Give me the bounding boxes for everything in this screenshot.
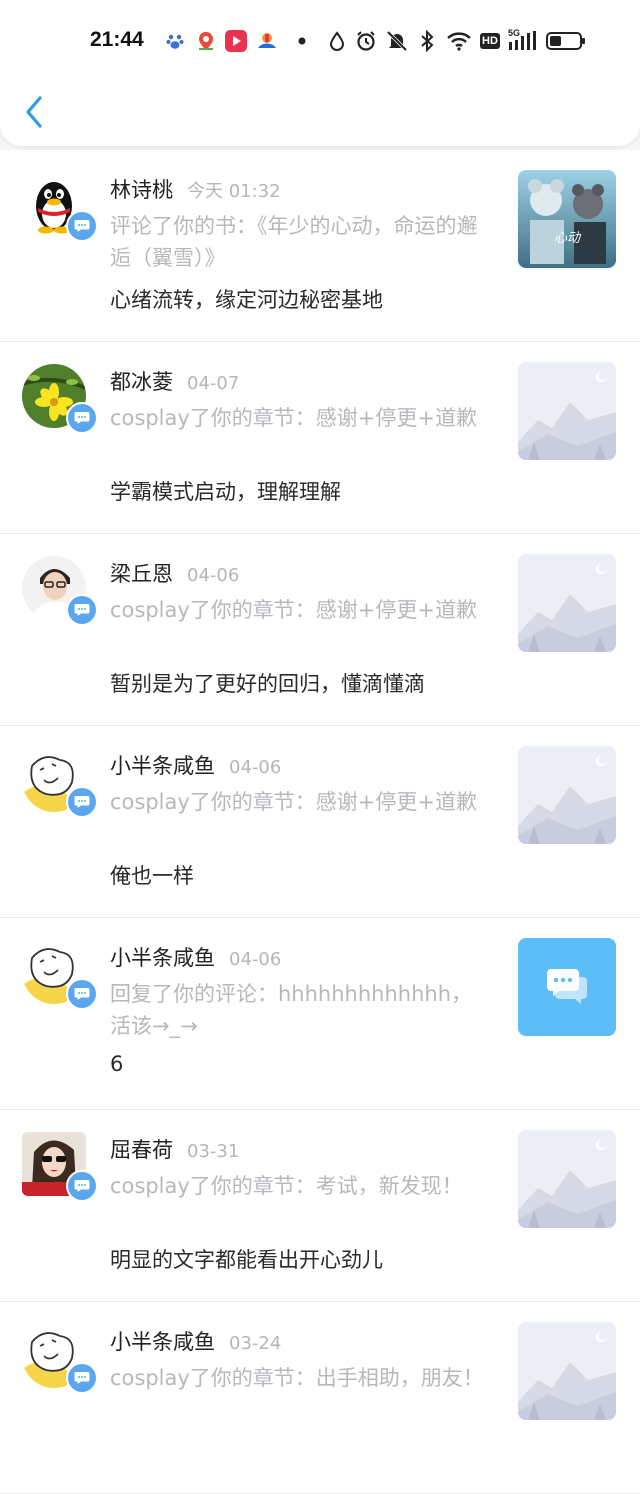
timestamp: 04-06 [187, 565, 240, 586]
signal-5g-icon: 5G [507, 28, 539, 52]
map-pin-icon [195, 30, 217, 52]
comment-text[interactable]: 6 [110, 1052, 490, 1076]
name-row: 梁丘恩 04-06 [110, 558, 239, 588]
notification-item[interactable]: 都冰菱 04-07 cosplay了你的章节：感谢+停更+道歉 学霸模式启动，理解… [0, 342, 640, 534]
comment-badge-icon [66, 210, 98, 242]
timestamp: 04-06 [229, 757, 282, 778]
notification-item[interactable]: 屈春荷 03-31 cosplay了你的章节：考试，新发现！ 明显的文字都能看出开… [0, 1110, 640, 1302]
notification-item[interactable]: 小半条咸鱼 03-24 cosplay了你的章节：出手相助，朋友！ [0, 1302, 640, 1494]
back-button[interactable] [16, 92, 52, 132]
book-cover-thumbnail[interactable]: 心动 [518, 170, 616, 268]
chevron-left-icon [26, 96, 42, 128]
timestamp: 03-24 [229, 1333, 282, 1354]
timestamp: 04-07 [187, 373, 240, 394]
comment-text[interactable]: 俺也一样 [110, 860, 490, 890]
dot-icon [296, 30, 308, 52]
top-nav-bar [0, 80, 640, 147]
comment-text[interactable]: 暂别是为了更好的回归，懂滴懂滴 [110, 668, 490, 698]
status-time: 21:44 [90, 28, 144, 51]
avatar[interactable] [22, 172, 98, 242]
action-text[interactable]: 评论了你的书：《年少的心动，命运的邂逅（翼雪）》 [110, 210, 490, 274]
avatar[interactable] [22, 1324, 98, 1394]
user-name[interactable]: 小半条咸鱼 [110, 1330, 215, 1354]
placeholder-image-thumbnail[interactable] [518, 362, 616, 460]
svg-text:心动: 心动 [554, 231, 582, 246]
news-app-icon [255, 30, 279, 52]
comment-badge-icon [66, 402, 98, 434]
user-name[interactable]: 屈春荷 [110, 1138, 173, 1162]
reply-thumbnail[interactable] [518, 938, 616, 1036]
placeholder-image-thumbnail[interactable] [518, 1130, 616, 1228]
status-bar: 21:44 HD 5G [0, 0, 640, 80]
comment-badge-icon [66, 1362, 98, 1394]
user-name[interactable]: 小半条咸鱼 [110, 754, 215, 778]
user-name[interactable]: 小半条咸鱼 [110, 946, 215, 970]
placeholder-image-thumbnail[interactable] [518, 1322, 616, 1420]
action-text[interactable]: 回复了你的评论：hhhhhhhhhhhhh，活该→_→ [110, 978, 490, 1042]
comment-text[interactable]: 心绪流转，缘定河边秘密基地 [110, 284, 490, 314]
action-text[interactable]: cosplay了你的章节：感谢+停更+道歉 [110, 786, 490, 818]
timestamp: 03-31 [187, 1141, 240, 1162]
user-name[interactable]: 都冰菱 [110, 370, 173, 394]
name-row: 屈春荷 03-31 [110, 1134, 239, 1164]
bluetooth-icon [418, 30, 436, 52]
action-text[interactable]: cosplay了你的章节：感谢+停更+道歉 [110, 594, 490, 626]
action-text[interactable]: cosplay了你的章节：出手相助，朋友！ [110, 1362, 490, 1394]
video-play-icon [224, 30, 248, 52]
comment-badge-icon [66, 1170, 98, 1202]
notification-item[interactable]: 林诗桃 今天 01:32 评论了你的书：《年少的心动，命运的邂逅（翼雪）》 心绪流… [0, 150, 640, 342]
wifi-icon [445, 30, 473, 52]
avatar[interactable] [22, 748, 98, 818]
timestamp: 今天 01:32 [187, 181, 281, 202]
user-name[interactable]: 林诗桃 [110, 178, 173, 202]
user-name[interactable]: 梁丘恩 [110, 562, 173, 586]
name-row: 小半条咸鱼 04-06 [110, 942, 281, 972]
name-row: 小半条咸鱼 04-06 [110, 750, 281, 780]
comment-text[interactable]: 学霸模式启动，理解理解 [110, 476, 490, 506]
comment-badge-icon [66, 786, 98, 818]
avatar[interactable] [22, 556, 98, 626]
comment-badge-icon [66, 594, 98, 626]
placeholder-image-thumbnail[interactable] [518, 554, 616, 652]
battery-icon [545, 30, 587, 52]
name-row: 林诗桃 今天 01:32 [110, 174, 281, 204]
baidu-paw-icon [164, 30, 186, 52]
avatar[interactable] [22, 1132, 98, 1202]
notification-item[interactable]: 梁丘恩 04-06 cosplay了你的章节：感谢+停更+道歉 暂别是为了更好的回… [0, 534, 640, 726]
data-saver-icon [328, 30, 346, 52]
notification-item[interactable]: 小半条咸鱼 04-06 回复了你的评论：hhhhhhhhhhhhh，活该→_→ 6 [0, 918, 640, 1110]
name-row: 都冰菱 04-07 [110, 366, 239, 396]
alarm-icon [355, 30, 377, 52]
avatar[interactable] [22, 940, 98, 1010]
comment-badge-icon [66, 978, 98, 1010]
timestamp: 04-06 [229, 949, 282, 970]
action-text[interactable]: cosplay了你的章节：感谢+停更+道歉 [110, 402, 490, 434]
comment-text[interactable]: 明显的文字都能看出开心劲儿 [110, 1244, 490, 1274]
name-row: 小半条咸鱼 03-24 [110, 1326, 281, 1356]
bell-muted-icon [385, 30, 409, 52]
placeholder-image-thumbnail[interactable] [518, 746, 616, 844]
hd-icon: HD [480, 33, 500, 49]
notification-item[interactable]: 小半条咸鱼 04-06 cosplay了你的章节：感谢+停更+道歉 俺也一样 [0, 726, 640, 918]
notification-list: 林诗桃 今天 01:32 评论了你的书：《年少的心动，命运的邂逅（翼雪）》 心绪流… [0, 150, 640, 1494]
chat-bubble-icon [547, 969, 587, 1004]
avatar[interactable] [22, 364, 98, 434]
action-text[interactable]: cosplay了你的章节：考试，新发现！ [110, 1170, 490, 1202]
